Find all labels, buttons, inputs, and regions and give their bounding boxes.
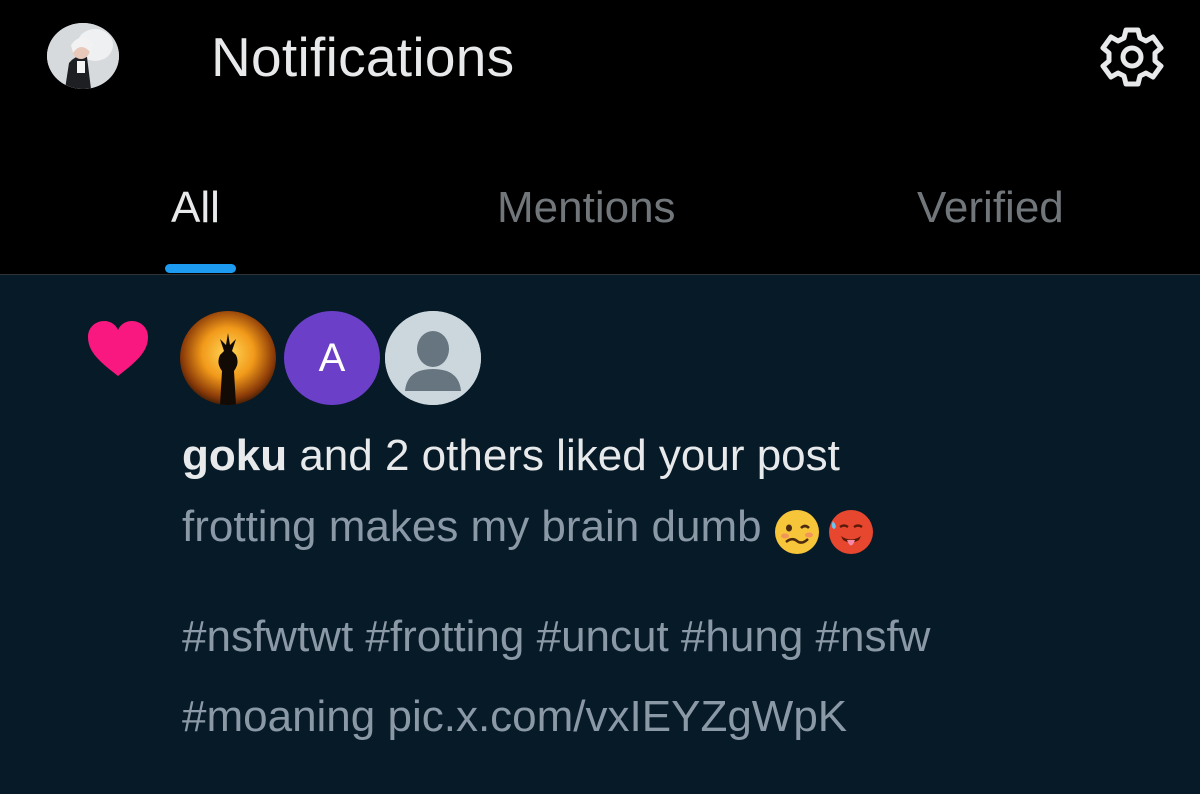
notification-action: and 2 others liked your post [287, 431, 840, 480]
default-avatar[interactable] [385, 311, 481, 405]
actor-name[interactable]: goku [182, 431, 287, 480]
tab-all[interactable]: All [171, 182, 220, 234]
active-tab-indicator [165, 264, 236, 273]
tab-mentions[interactable]: Mentions [497, 182, 676, 234]
tab-verified[interactable]: Verified [917, 182, 1064, 234]
woozy-face-emoji [774, 509, 819, 554]
post-hashtags[interactable]: #nsfwtwt #frotting #uncut #hung #nsfw [182, 607, 1172, 667]
goku-avatar[interactable] [180, 311, 276, 405]
letter-avatar[interactable]: A [284, 311, 380, 405]
gear-icon [1100, 27, 1164, 87]
post-line-1: frotting makes my brain dumb [182, 497, 1172, 567]
notification-item[interactable]: A goku and 2 others liked your post frot… [0, 275, 1200, 794]
profile-photo [47, 23, 119, 89]
profile-avatar[interactable] [47, 23, 119, 89]
hot-face-emoji [828, 509, 873, 554]
page-title: Notifications [211, 26, 515, 88]
default-person-icon [385, 311, 481, 405]
post-text-line1: frotting makes my brain dumb [182, 502, 762, 551]
goku-avatar-image [180, 311, 276, 405]
notification-summary: goku and 2 others liked your post [182, 426, 840, 486]
header: Notifications All Mentions Verified [0, 0, 1200, 275]
settings-button[interactable] [1098, 25, 1166, 89]
post-hashtags-link[interactable]: #moaning pic.x.com/vxIEYZgWpK [182, 687, 1172, 747]
tab-bar: All Mentions Verified [0, 170, 1200, 275]
heart-icon [88, 321, 148, 376]
notifications-screen: Notifications All Mentions Verified A go… [0, 0, 1200, 794]
post-preview[interactable]: frotting makes my brain dumb #nsfwtwt #f… [182, 497, 1172, 747]
emoji-row [772, 499, 880, 559]
